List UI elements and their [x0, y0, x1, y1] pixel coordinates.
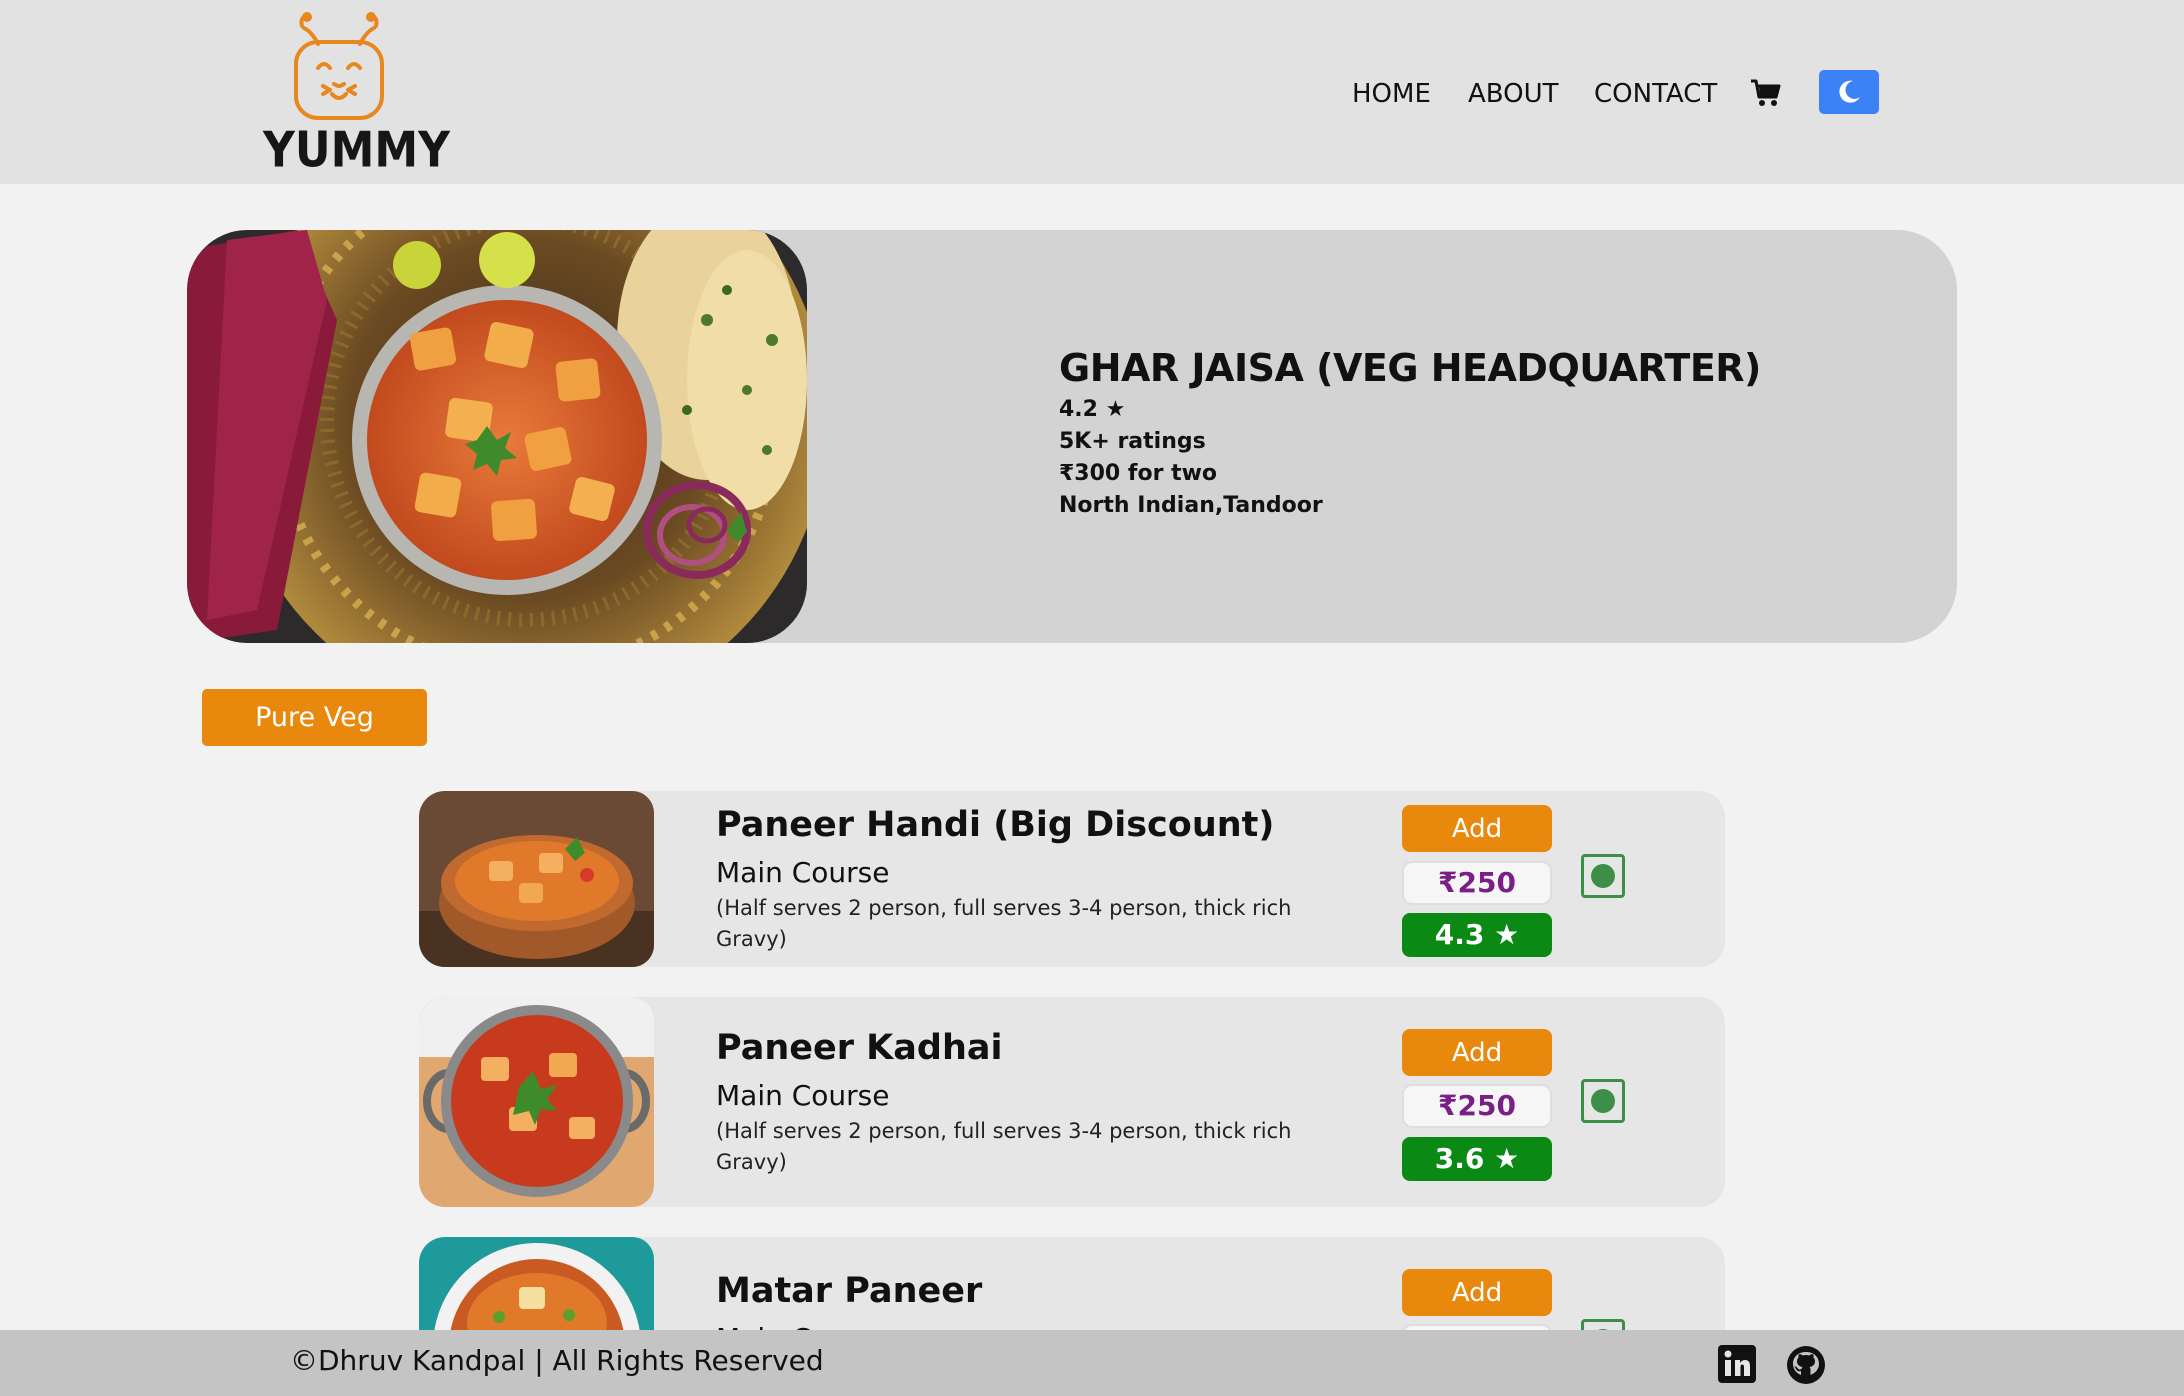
veg-icon [1581, 1079, 1625, 1123]
restaurant-rating: 4.2 ★ [1059, 397, 1126, 422]
veg-icon [1581, 854, 1625, 898]
cart-icon[interactable] [1750, 78, 1782, 108]
github-icon[interactable] [1786, 1345, 1826, 1385]
menu-item-card: Paneer Kadhai Main Course (Half serves 2… [419, 997, 1725, 1207]
restaurant-cuisines: North Indian,Tandoor [1059, 493, 1323, 518]
restaurant-banner: GHAR JAISA (VEG HEADQUARTER) 4.2 ★ 5K+ r… [187, 230, 1957, 643]
menu-item-price: ₹250 [1402, 861, 1552, 905]
menu-item-rating: 3.6 ★ [1402, 1137, 1552, 1181]
restaurant-cost: ₹300 for two [1059, 461, 1218, 486]
menu-item-image [419, 997, 654, 1207]
menu-item-name: Paneer Handi (Big Discount) [716, 805, 1275, 845]
restaurant-info: GHAR JAISA (VEG HEADQUARTER) 4.2 ★ 5K+ r… [1059, 346, 1761, 518]
header: YUMMY HOME ABOUT CONTACT [0, 0, 2184, 184]
menu-item-name: Matar Paneer [716, 1271, 983, 1311]
menu-item-card: Paneer Handi (Big Discount) Main Course … [419, 791, 1725, 967]
restaurant-name: GHAR JAISA (VEG HEADQUARTER) [1059, 346, 1761, 390]
menu-item-image [419, 791, 654, 967]
copyright-text: ©Dhruv Kandpal | All Rights Reserved [290, 1344, 824, 1377]
add-to-cart-button[interactable]: Add [1402, 1269, 1552, 1316]
logo-text: YUMMY [263, 121, 451, 180]
nav-home[interactable]: HOME [1352, 70, 1431, 118]
theme-toggle-button[interactable] [1819, 70, 1879, 114]
restaurant-ratings-count: 5K+ ratings [1059, 429, 1206, 454]
menu-item-name: Paneer Kadhai [716, 1028, 1003, 1068]
add-to-cart-button[interactable]: Add [1402, 805, 1552, 852]
pure-veg-filter-button[interactable]: Pure Veg [202, 689, 427, 746]
add-to-cart-button[interactable]: Add [1402, 1029, 1552, 1076]
logo[interactable]: YUMMY [263, 12, 450, 179]
menu-item-price: ₹250 [1402, 1084, 1552, 1128]
nav-contact[interactable]: CONTACT [1594, 70, 1717, 118]
menu-item-category: Main Course [716, 1079, 890, 1112]
menu-item-description: (Half serves 2 person, full serves 3-4 p… [716, 896, 1292, 951]
smiley-bug-icon [294, 12, 384, 120]
nav-about[interactable]: ABOUT [1468, 70, 1559, 118]
menu-item-category: Main Course [716, 856, 890, 889]
menu-item-rating: 4.3 ★ [1402, 913, 1552, 957]
moon-icon [1839, 80, 1860, 103]
footer: ©Dhruv Kandpal | All Rights Reserved [0, 1330, 2184, 1396]
menu-item-description: (Half serves 2 person, full serves 3-4 p… [716, 1119, 1292, 1174]
restaurant-image [187, 230, 807, 643]
linkedin-icon[interactable] [1718, 1345, 1756, 1383]
